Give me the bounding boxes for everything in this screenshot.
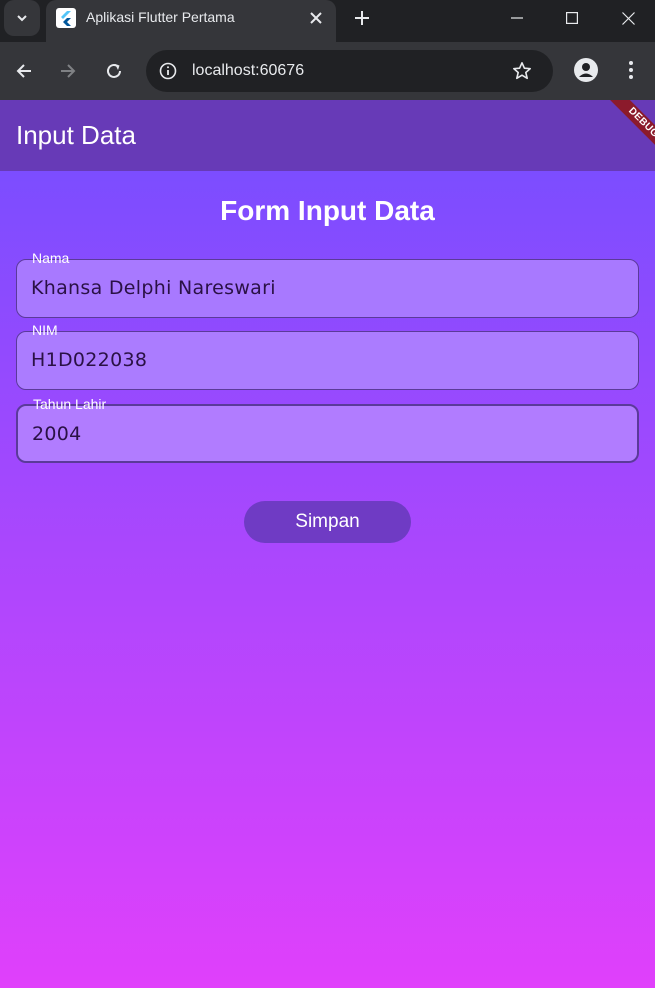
minimize-icon xyxy=(511,17,523,19)
profile-button[interactable] xyxy=(573,57,599,83)
tab-title: Aplikasi Flutter Pertama xyxy=(86,9,235,25)
address-bar[interactable]: localhost:60676 xyxy=(146,50,553,92)
tahun-lahir-label: Tahun Lahir xyxy=(29,396,111,412)
forward-arrow-icon xyxy=(61,64,76,78)
app-bar-title: Input Data xyxy=(16,120,136,150)
form-body: Form Input Data Nama NIM Tahun Lahir Sim… xyxy=(0,171,655,988)
flutter-app: Input Data DEBUG Form Input Data Nama NI… xyxy=(0,100,655,988)
flutter-favicon-icon xyxy=(56,8,76,28)
reload-icon xyxy=(107,63,121,78)
chevron-down-icon xyxy=(17,15,27,22)
browser-tab[interactable]: Aplikasi Flutter Pertama xyxy=(46,0,336,42)
maximize-icon xyxy=(566,12,578,24)
tab-search-button[interactable] xyxy=(4,0,40,36)
tahun-lahir-field[interactable]: Tahun Lahir xyxy=(16,396,639,463)
nim-field[interactable]: NIM xyxy=(16,322,639,390)
nama-field[interactable]: Nama xyxy=(16,250,639,318)
debug-banner: DEBUG xyxy=(585,100,655,170)
back-button[interactable] xyxy=(10,57,38,85)
tab-strip: Aplikasi Flutter Pertama xyxy=(0,0,655,42)
maximize-button[interactable] xyxy=(545,0,599,36)
new-tab-button[interactable] xyxy=(348,4,376,32)
nim-input[interactable] xyxy=(31,346,621,374)
plus-icon xyxy=(355,11,369,25)
window-close-button[interactable] xyxy=(601,0,655,36)
url-text: localhost:60676 xyxy=(192,62,305,79)
tab-close-button[interactable] xyxy=(304,6,328,30)
bookmark-button[interactable] xyxy=(510,59,534,83)
profile-icon xyxy=(574,58,598,82)
back-arrow-icon xyxy=(16,64,31,78)
kebab-menu-icon xyxy=(629,61,633,79)
nim-label: NIM xyxy=(28,322,62,338)
browser-menu-button[interactable] xyxy=(618,57,644,83)
form-title: Form Input Data xyxy=(220,195,435,226)
reload-button[interactable] xyxy=(100,57,128,85)
browser-toolbar: localhost:60676 xyxy=(0,42,655,100)
debug-label: DEBUG xyxy=(602,100,655,164)
tahun-lahir-input[interactable] xyxy=(32,420,622,448)
minimize-button[interactable] xyxy=(490,0,544,36)
nama-input[interactable] xyxy=(31,274,621,302)
window-close-icon xyxy=(621,11,635,25)
site-info-button[interactable] xyxy=(156,59,180,83)
forward-button[interactable] xyxy=(54,57,82,85)
info-icon xyxy=(159,62,177,80)
app-bar: Input Data DEBUG xyxy=(0,100,655,171)
star-icon xyxy=(513,62,531,80)
nama-label: Nama xyxy=(28,250,74,266)
close-icon xyxy=(310,12,322,24)
simpan-button[interactable]: Simpan xyxy=(244,501,411,543)
